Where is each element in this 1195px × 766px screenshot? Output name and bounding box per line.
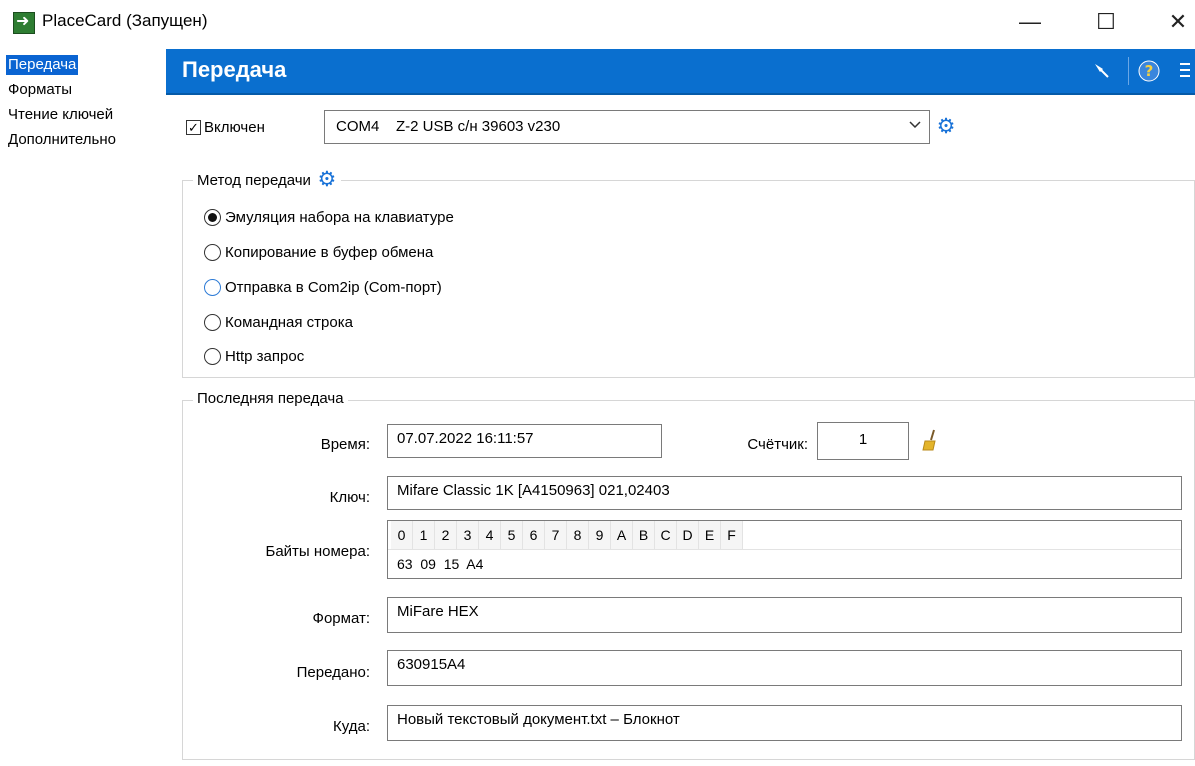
maximize-button[interactable]: ☐: [1078, 2, 1134, 42]
method-group-caption: Метод передачи: [197, 171, 311, 189]
radio-cmdline[interactable]: [204, 314, 221, 331]
bytes-header-cell: 9: [589, 521, 611, 549]
help-icon[interactable]: ?: [1138, 60, 1160, 82]
enabled-checkbox-row[interactable]: ✓ Включен: [186, 119, 265, 136]
method-option-label: Http запрос: [225, 348, 305, 365]
sidebar-item-formats[interactable]: Форматы: [6, 80, 74, 100]
bytes-row: 63 09 15 A4: [388, 549, 1181, 579]
bytes-grid: 0 1 2 3 4 5 6 7 8 9 A B C D E F 63 09 15…: [387, 520, 1182, 579]
sidebar-item-key-reading[interactable]: Чтение ключей: [6, 105, 115, 125]
target-field: Новый текстовый документ.txt – Блокнот: [387, 705, 1182, 741]
method-option-label: Копирование в буфер обмена: [225, 244, 434, 261]
page-header: Передача ?: [166, 49, 1195, 95]
broom-icon[interactable]: [920, 428, 940, 452]
sent-field: 630915A4: [387, 650, 1182, 686]
radio-com2ip[interactable]: [204, 279, 221, 296]
radio-clipboard[interactable]: [204, 244, 221, 261]
port-select-value: COM4 Z-2 USB с/н 39603 v230: [336, 118, 561, 135]
sent-label: Передано:: [296, 664, 370, 681]
method-settings-gear-icon[interactable]: ⚙: [317, 169, 337, 190]
minimize-button[interactable]: —: [1002, 2, 1058, 42]
bytes-header-cell: 3: [457, 521, 479, 549]
bytes-header-cell: D: [677, 521, 699, 549]
bytes-header-cell: 8: [567, 521, 589, 549]
bytes-header-cell: C: [655, 521, 677, 549]
key-field: Mifare Classic 1K [A4150963] 021,02403: [387, 476, 1182, 510]
method-option-label: Отправка в Com2ip (Com-порт): [225, 279, 442, 296]
bytes-header-cell: 4: [479, 521, 501, 549]
close-button[interactable]: ✕: [1150, 2, 1195, 42]
svg-text:?: ?: [1145, 62, 1154, 80]
bytes-header-cell: E: [699, 521, 721, 549]
format-field: MiFare HEX: [387, 597, 1182, 633]
radio-keyboard[interactable]: [204, 209, 221, 226]
port-settings-gear-icon[interactable]: ⚙: [936, 116, 956, 137]
method-group-caption-row: Метод передачи ⚙: [193, 169, 341, 190]
port-select[interactable]: COM4 Z-2 USB с/н 39603 v230: [324, 110, 930, 144]
bytes-header-cell: F: [721, 521, 743, 549]
bytes-header-cell: 5: [501, 521, 523, 549]
key-label: Ключ:: [329, 489, 370, 506]
method-option-http[interactable]: Http запрос: [204, 348, 304, 365]
window-title: PlaceCard (Запущен): [42, 11, 208, 30]
method-option-cmdline[interactable]: Командная строка: [204, 314, 353, 331]
time-field: 07.07.2022 16:11:57: [387, 424, 662, 458]
menu-icon[interactable]: [1174, 60, 1192, 82]
app-icon: [13, 12, 35, 34]
enabled-label: Включен: [204, 119, 265, 136]
page-title: Передача: [182, 57, 287, 82]
sidebar-item-advanced[interactable]: Дополнительно: [6, 130, 118, 150]
enabled-checkbox[interactable]: ✓: [186, 120, 201, 135]
last-transfer-caption: Последняя передача: [193, 390, 348, 407]
bytes-header-cell: 6: [523, 521, 545, 549]
method-option-label: Эмуляция набора на клавиатуре: [225, 209, 454, 226]
sidebar-nav: Передача Форматы Чтение ключей Дополните…: [0, 50, 160, 766]
bytes-header-cell: 7: [545, 521, 567, 549]
bytes-grid-header: 0 1 2 3 4 5 6 7 8 9 A B C D E F: [391, 521, 743, 549]
method-option-keyboard[interactable]: Эмуляция набора на клавиатуре: [204, 209, 454, 226]
time-label: Время:: [320, 436, 370, 453]
counter-field: 1: [817, 422, 909, 460]
window-titlebar: PlaceCard (Запущен) — ☐ ✕: [0, 0, 1195, 46]
bytes-label: Байты номера:: [265, 543, 370, 560]
target-label: Куда:: [332, 718, 370, 735]
bytes-header-cell: 0: [391, 521, 413, 549]
pin-icon[interactable]: [1090, 60, 1112, 82]
bytes-header-cell: B: [633, 521, 655, 549]
sidebar-item-transfer[interactable]: Передача: [6, 55, 79, 75]
header-separator: [1128, 57, 1129, 85]
format-label: Формат:: [312, 610, 370, 627]
chevron-down-icon[interactable]: [908, 117, 922, 134]
radio-http[interactable]: [204, 348, 221, 365]
method-option-com2ip[interactable]: Отправка в Com2ip (Com-порт): [204, 279, 442, 296]
bytes-header-cell: 1: [413, 521, 435, 549]
bytes-header-cell: 2: [435, 521, 457, 549]
bytes-header-cell: A: [611, 521, 633, 549]
method-option-clipboard[interactable]: Копирование в буфер обмена: [204, 244, 433, 261]
bytes-value: 63 09 15 A4: [397, 556, 484, 572]
method-option-label: Командная строка: [225, 314, 353, 331]
counter-label: Счётчик:: [747, 436, 808, 453]
